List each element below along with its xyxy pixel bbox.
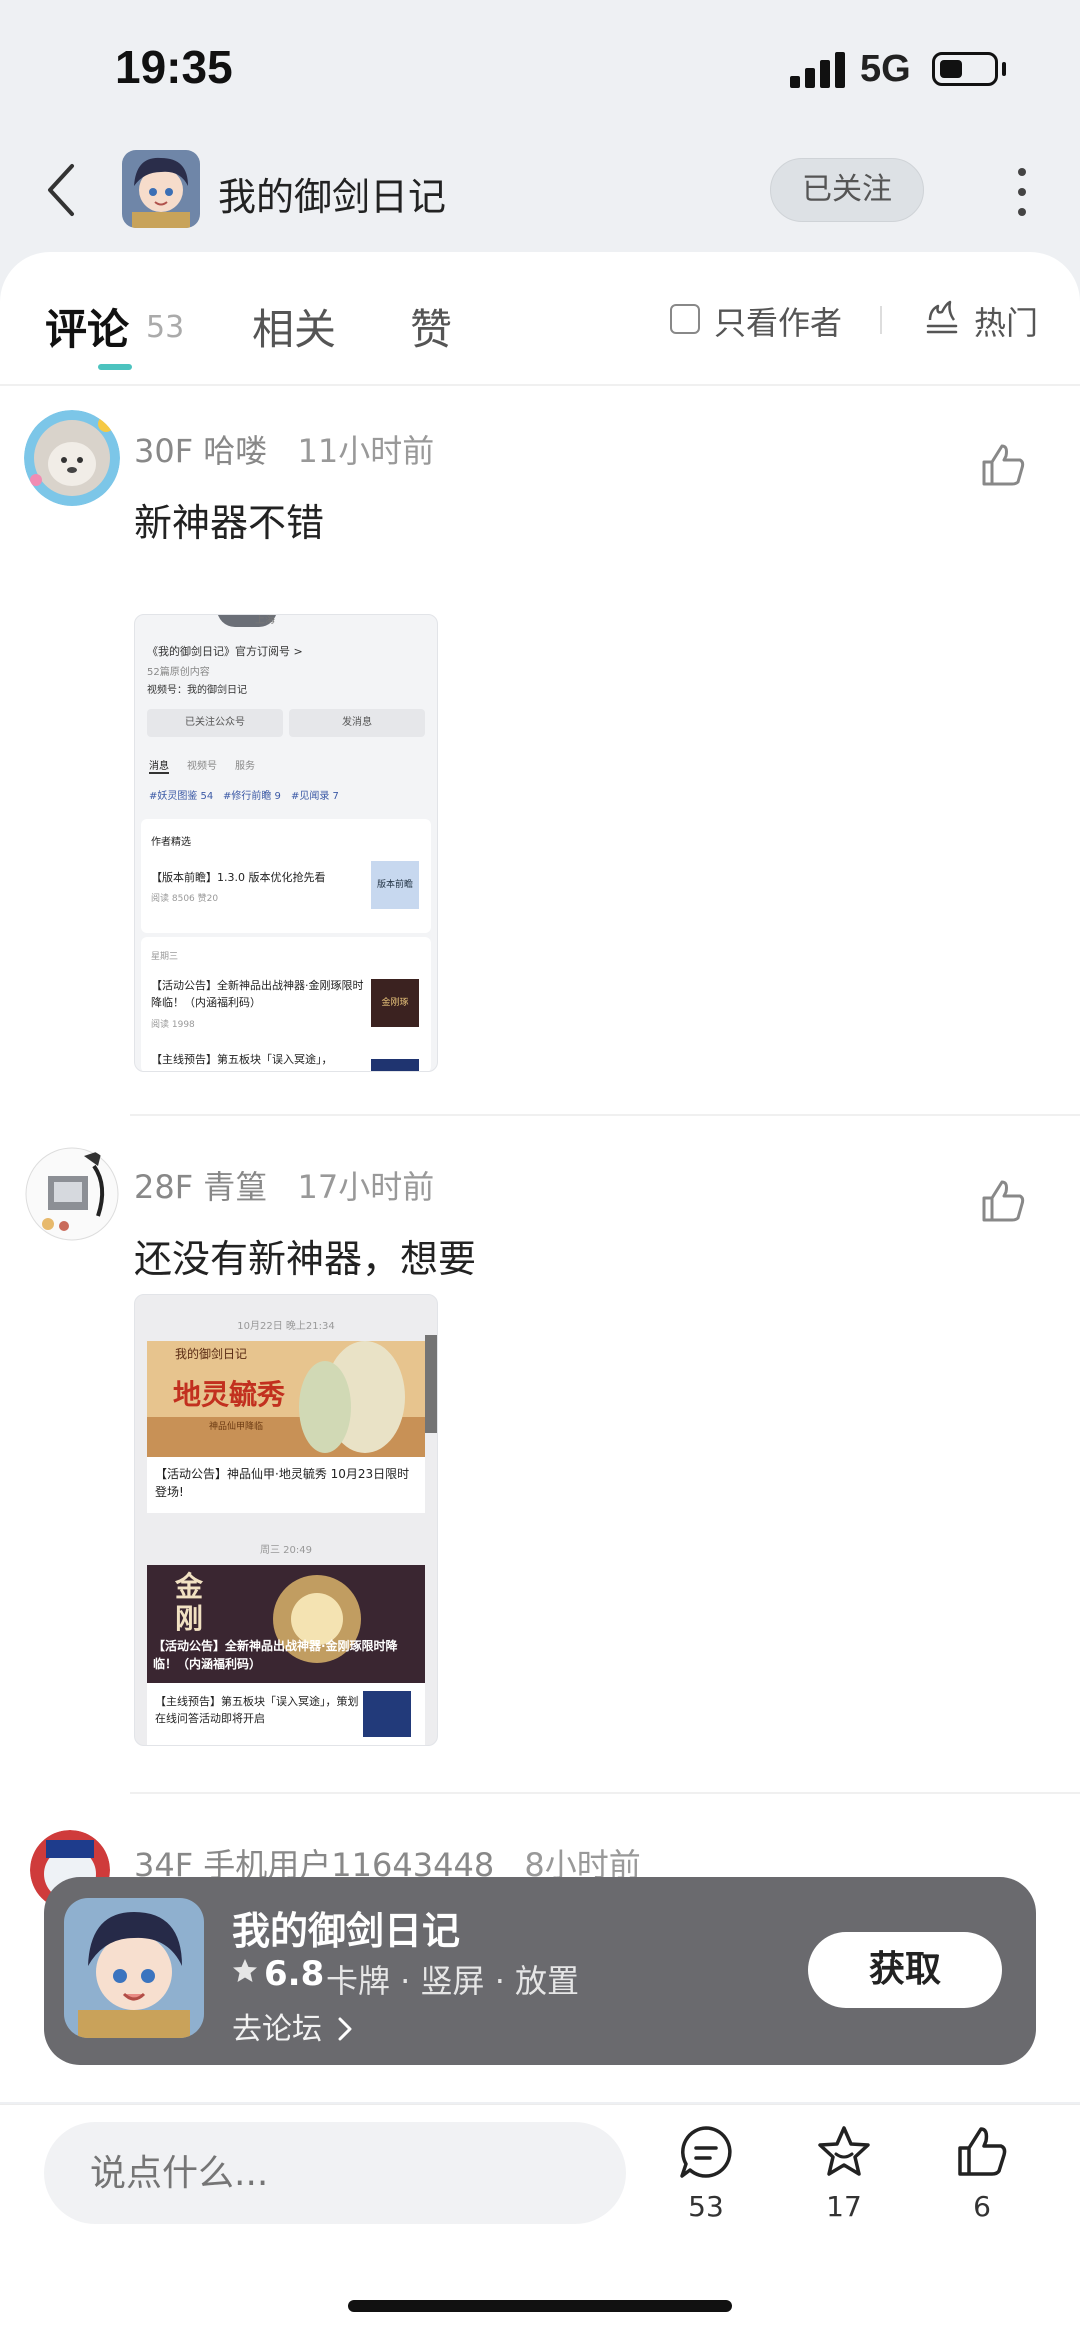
favorite-icon[interactable] bbox=[816, 2124, 872, 2180]
comment-separator bbox=[130, 1792, 1080, 1794]
favorite-count: 17 bbox=[826, 2190, 862, 2223]
like-icon[interactable] bbox=[978, 1176, 1028, 1226]
thumb-topic: #修行前瞻 9 bbox=[223, 791, 281, 802]
comment-count: 53 bbox=[688, 2190, 724, 2223]
tab-likes[interactable]: 赞 bbox=[410, 296, 452, 357]
tab-active-indicator bbox=[98, 364, 132, 370]
chevron-right-icon bbox=[338, 2017, 352, 2041]
network-type: 5G bbox=[860, 48, 911, 90]
thumb-article-2-stats: 阅读 1998 bbox=[151, 1020, 195, 1030]
thumb-article-2-img: 金刚琢 bbox=[371, 979, 419, 1027]
comment-image[interactable]: 上海 《我的御剑日记》官方订阅号 > 52篇原创内容 视频号：我的御剑日记 已关… bbox=[134, 614, 438, 1072]
thumb-caption-3: 【主线预告】第五板块「误入冥途」，策划在线问答活动即将开启 bbox=[155, 1695, 359, 1725]
thumb-date: 10月22日 晚上21:34 bbox=[237, 1321, 335, 1332]
follow-button[interactable]: 已关注 bbox=[770, 158, 924, 222]
thumb-tab-video: 视频号 bbox=[187, 761, 217, 772]
more-icon[interactable] bbox=[1016, 168, 1028, 218]
sort-icon[interactable] bbox=[924, 300, 960, 336]
thumb-banner-2-title: 金刚 bbox=[175, 1570, 204, 1635]
app-icon[interactable] bbox=[64, 1898, 204, 2038]
comment-meta: 30F 哈喽 11小时前 bbox=[134, 426, 434, 472]
thumb-originals: 52篇原创内容 bbox=[147, 667, 210, 678]
go-to-forum-link[interactable]: 去论坛 bbox=[232, 2004, 354, 2048]
thumb-tab-msg: 消息 bbox=[149, 757, 169, 774]
app-rating: 6.8 bbox=[264, 1954, 325, 1994]
comment-text: 新神器不错 bbox=[134, 501, 325, 545]
thumb-date-2: 周三 20:49 bbox=[260, 1545, 312, 1556]
thumb-up-icon[interactable] bbox=[954, 2124, 1010, 2180]
page-title: 我的御剑日记 bbox=[218, 175, 447, 219]
app-avatar[interactable] bbox=[122, 150, 200, 228]
thumb-article-1-img: 版本前瞻 bbox=[371, 861, 419, 909]
thumb-video-account: 视频号：我的御剑日记 bbox=[147, 685, 247, 696]
only-author-checkbox[interactable] bbox=[670, 304, 700, 334]
thumb-message-btn: 发消息 bbox=[289, 709, 425, 737]
comment-user[interactable]: 30F 哈喽 bbox=[134, 432, 267, 470]
star-icon bbox=[233, 1959, 257, 1982]
thumb-article-1: 【版本前瞻】1.3.0 版本优化抢先看 bbox=[151, 871, 326, 884]
comment-image[interactable]: 10月22日 晚上21:34 我的御剑日记 地灵毓秀 神品仙甲降临 【活动公告】… bbox=[134, 1294, 438, 1746]
back-icon[interactable] bbox=[42, 160, 82, 220]
comment-meta: 28F 青篁 17小时前 bbox=[134, 1162, 434, 1208]
tabs-divider bbox=[0, 384, 1080, 386]
tab-comments-count: 53 bbox=[146, 310, 185, 345]
thumb-article-1-stats: 阅读 8506 赞20 bbox=[151, 894, 219, 904]
battery-tip bbox=[1002, 62, 1006, 76]
get-app-button[interactable]: 获取 bbox=[808, 1932, 1002, 2008]
thumb-banner-logo: 我的御剑日记 bbox=[175, 1347, 248, 1361]
comment-separator bbox=[130, 1114, 1080, 1116]
like-icon[interactable] bbox=[978, 440, 1028, 490]
app-tags: 卡牌 · 竖屏 · 放置 bbox=[326, 1962, 580, 2000]
thumb-account: 《我的御剑日记》官方订阅号 > bbox=[147, 645, 303, 658]
thumb-caption-1: 【活动公告】神品仙甲·地灵毓秀 10月23日限时登场! bbox=[155, 1467, 410, 1499]
battery-icon bbox=[932, 52, 998, 86]
comment-icon[interactable] bbox=[678, 2124, 734, 2180]
thumb-banner-sub: 神品仙甲降临 bbox=[209, 1422, 264, 1432]
thumb-day: 星期三 bbox=[151, 952, 179, 962]
status-time: 19:35 bbox=[115, 41, 233, 93]
comment-user[interactable]: 28F 青篁 bbox=[134, 1168, 267, 1206]
only-author-label[interactable]: 只看作者 bbox=[714, 298, 842, 344]
thumb-tab-service: 服务 bbox=[235, 761, 255, 772]
forum-label: 去论坛 bbox=[232, 2012, 322, 2047]
comment-text: 还没有新神器，想要 bbox=[134, 1237, 477, 1281]
comment-time: 11小时前 bbox=[297, 432, 435, 470]
thumb-topic: #见闻录 7 bbox=[291, 791, 339, 802]
app-name: 我的御剑日记 bbox=[232, 1909, 461, 1953]
avatar[interactable] bbox=[24, 1146, 120, 1242]
thumb-article-2: 【活动公告】全新神品出战神器·金刚琢限时降临！（内涵福利码） bbox=[151, 979, 364, 1009]
tab-comments[interactable]: 评论 bbox=[45, 296, 129, 357]
thumb-topic: #妖灵图鉴 54 bbox=[149, 791, 214, 802]
signal-icon bbox=[790, 52, 846, 88]
comment-input[interactable] bbox=[44, 2122, 626, 2224]
like-count: 6 bbox=[973, 2190, 991, 2223]
thumb-banner-title: 地灵毓秀 bbox=[173, 1378, 286, 1411]
thumb-location: 上海 bbox=[255, 615, 275, 626]
thumb-caption-2: 【活动公告】全新神品出战神器·金刚琢限时降临！（内涵福利码） bbox=[153, 1639, 398, 1671]
thumb-followed-btn: 已关注公众号 bbox=[147, 709, 283, 737]
comment-time: 17小时前 bbox=[297, 1168, 435, 1206]
sort-label[interactable]: 热门 bbox=[974, 298, 1038, 344]
thumb-article-3: 【主线预告】第五板块「误入冥途」， bbox=[151, 1053, 333, 1066]
thumb-featured: 作者精选 bbox=[151, 837, 191, 848]
tab-related[interactable]: 相关 bbox=[252, 296, 336, 357]
avatar[interactable] bbox=[24, 410, 120, 506]
home-indicator[interactable] bbox=[348, 2300, 732, 2312]
tab-divider bbox=[880, 306, 882, 334]
